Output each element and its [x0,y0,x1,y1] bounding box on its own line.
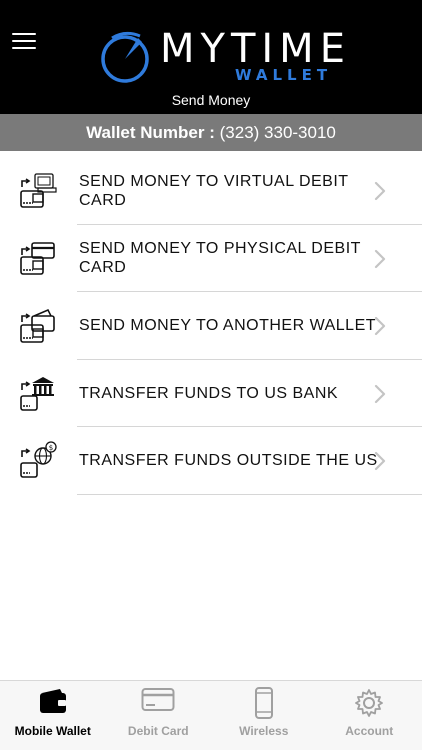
wallet-number-value: (323) 330-3010 [219,123,336,142]
logo-subtext: WALLET [235,66,333,84]
chevron-right-icon [374,316,386,336]
physical-card-icon [20,241,55,275]
chevron-right-icon [374,384,386,403]
gear-icon [355,689,384,717]
page-title: Send Money [171,92,251,108]
tab-label: Account [345,724,394,738]
menu-item-outside-us[interactable]: $ TRANSFER FUNDS OUTSIDE THE US [0,427,422,495]
tab-wireless[interactable]: Wireless [211,681,317,750]
virtual-card-icon [20,173,57,208]
wallet-number-label: Wallet Number : [86,123,215,142]
wallet-number-bar: Wallet Number : (323) 330-3010 [0,114,422,151]
tab-label: Mobile Wallet [14,724,91,738]
phone-icon [254,687,273,719]
card-icon [141,688,175,711]
menu-item-label: SEND MONEY TO ANOTHER WALLET [79,317,377,334]
send-money-menu: SEND MONEY TO VIRTUAL DEBIT CARD SEND MO… [0,157,422,495]
globe-dollar-icon: $ [20,441,57,478]
menu-item-label: TRANSFER FUNDS OUTSIDE THE US [79,452,378,469]
menu-hamburger-icon[interactable] [12,33,36,49]
wallet-icon [39,689,66,713]
bank-icon [20,376,54,411]
chevron-right-icon [374,249,386,268]
svg-text:$: $ [49,444,53,452]
tab-label: Wireless [239,724,289,738]
menu-item-physical-debit-card[interactable]: SEND MONEY TO PHYSICAL DEBIT CARD [0,225,422,292]
chevron-right-icon [374,181,386,201]
tab-debit-card[interactable]: Debit Card [106,681,212,750]
menu-item-virtual-debit-card[interactable]: SEND MONEY TO VIRTUAL DEBIT CARD [0,157,422,225]
menu-item-label: TRANSFER FUNDS TO US BANK [79,384,339,402]
tab-account[interactable]: Account [317,681,422,750]
wallet-transfer-icon [20,309,55,343]
bottom-tab-bar: Mobile Wallet Debit Card Wireless Accoun… [0,680,422,750]
tab-mobile-wallet[interactable]: Mobile Wallet [0,681,106,750]
mytime-wallet-logo: MYTIME WALLET [98,28,345,86]
menu-item-label: SEND MONEY TO VIRTUAL DEBIT CARD [79,172,349,209]
logo-wordmark: MYTIME [160,26,351,72]
tab-label: Debit Card [127,724,189,738]
divider [77,493,422,495]
menu-item-label: SEND MONEY TO PHYSICAL DEBIT CARD [79,240,361,276]
logo-clock-icon [101,31,149,83]
app-header: MYTIME WALLET Send Money [0,0,422,114]
menu-item-another-wallet[interactable]: SEND MONEY TO ANOTHER WALLET [0,292,422,360]
menu-item-us-bank[interactable]: TRANSFER FUNDS TO US BANK [0,360,422,427]
chevron-right-icon [374,451,386,471]
